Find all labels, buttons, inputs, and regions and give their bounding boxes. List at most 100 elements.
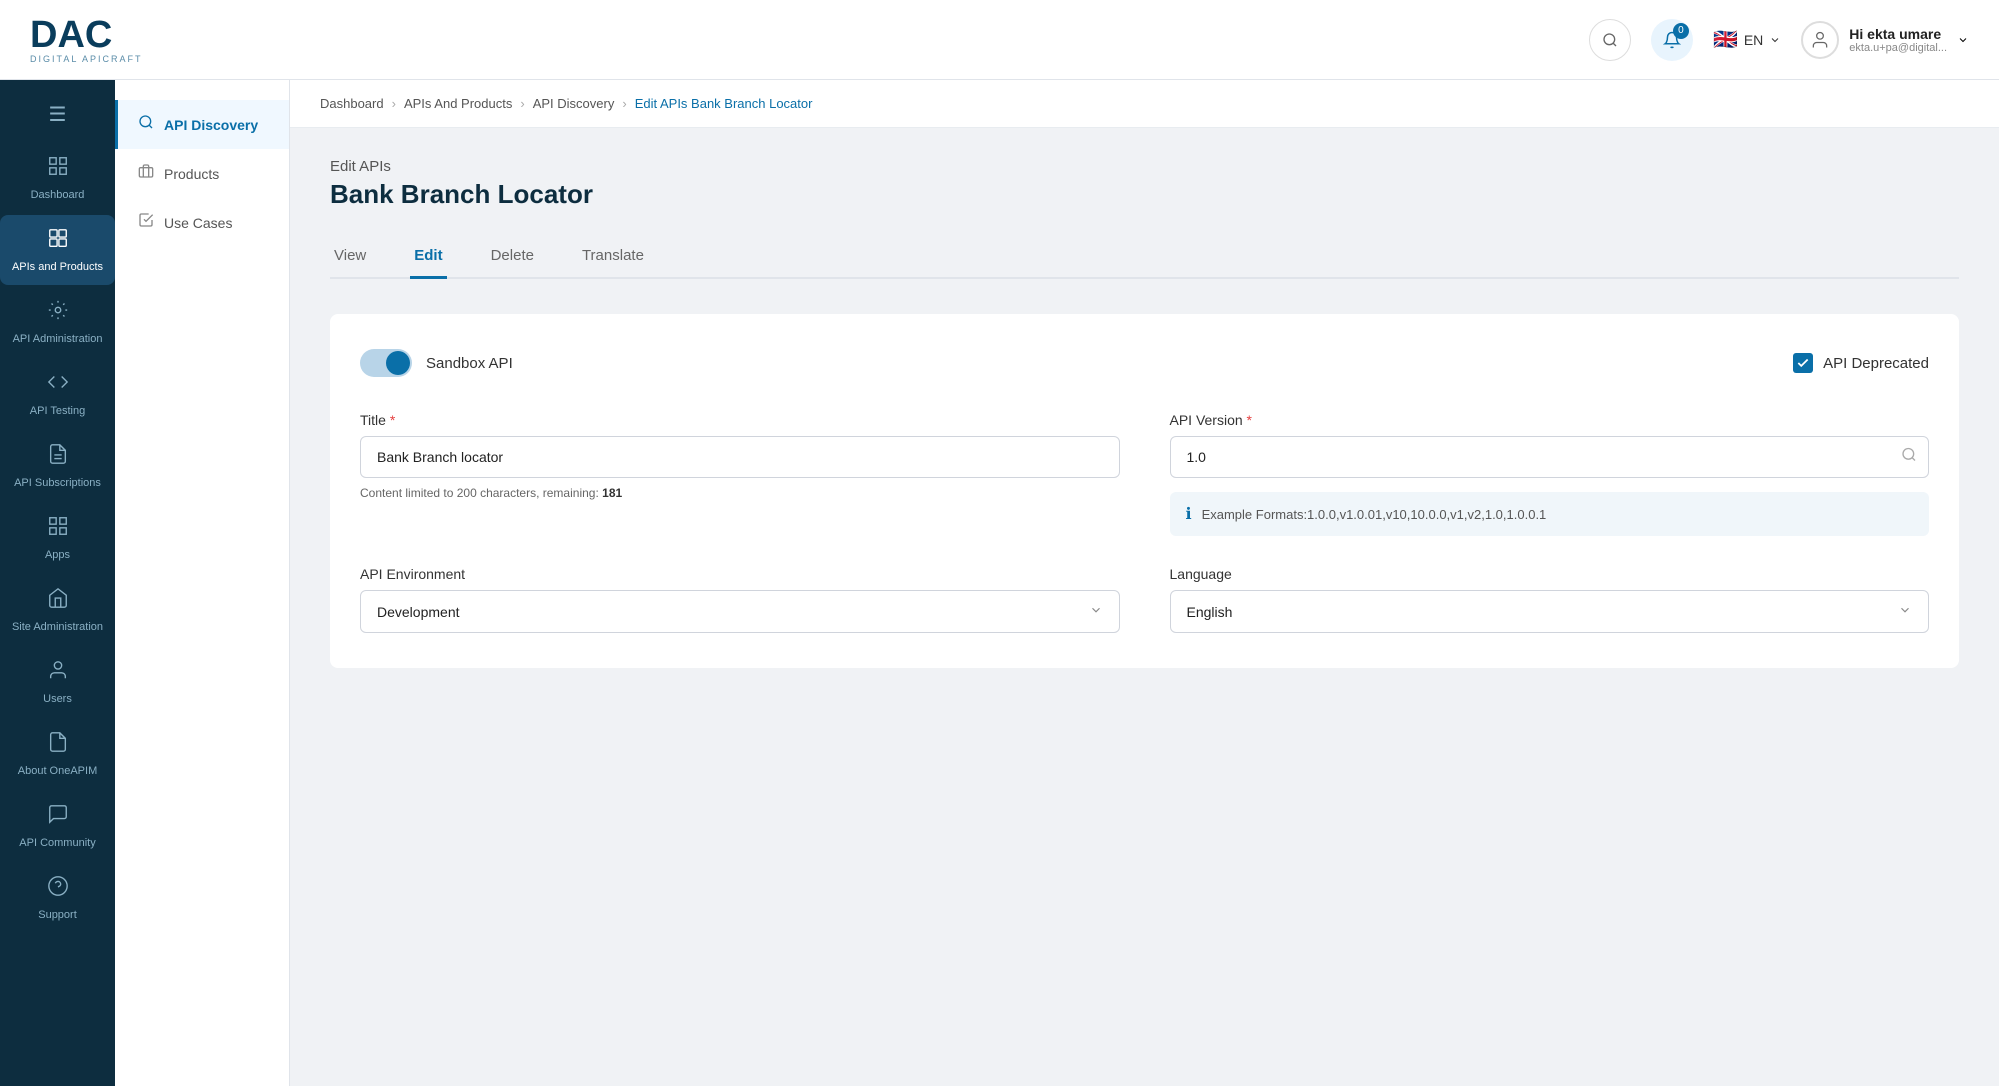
menu-icon: ☰ — [49, 102, 67, 127]
sidebar-label-subscriptions: API Subscriptions — [14, 477, 101, 489]
title-input[interactable] — [360, 436, 1120, 478]
version-input-wrapper — [1170, 436, 1930, 478]
api-testing-icon — [47, 371, 69, 399]
sidebar-label-dashboard: Dashboard — [31, 189, 85, 201]
sidebar-item-apis-products[interactable]: APIs and Products — [0, 215, 115, 285]
user-info[interactable]: Hi ekta umare ekta.u+pa@digital... — [1801, 21, 1969, 59]
users-icon — [47, 659, 69, 687]
sidebar: ☰ Dashboard APIs and Products API Admini… — [0, 80, 115, 1086]
sidebar-label-community: API Community — [19, 837, 95, 849]
breadcrumb-dashboard[interactable]: Dashboard — [320, 96, 384, 111]
sandbox-toggle[interactable] — [360, 349, 412, 377]
version-required-star: * — [1247, 412, 1252, 428]
api-env-value: Development — [377, 604, 460, 620]
api-deprecated-label: API Deprecated — [1823, 355, 1929, 372]
api-env-label: API Environment — [360, 566, 1120, 582]
logo-area: DAC DIGITAL APICRAFT — [30, 16, 143, 64]
sidebar-label-apps: Apps — [45, 549, 70, 561]
language-selector[interactable]: 🇬🇧 EN — [1713, 27, 1781, 52]
community-icon — [47, 803, 69, 831]
tab-edit[interactable]: Edit — [410, 235, 446, 279]
apis-products-icon — [47, 227, 69, 255]
search-button[interactable] — [1589, 19, 1631, 61]
tab-translate[interactable]: Translate — [578, 235, 648, 279]
about-icon — [47, 731, 69, 759]
left-panel-label-products: Products — [164, 166, 219, 182]
page-subtitle: Edit APIs — [330, 158, 1959, 175]
breadcrumb-api-discovery[interactable]: API Discovery — [533, 96, 615, 111]
breadcrumb-sep-2: › — [520, 96, 524, 111]
tab-view[interactable]: View — [330, 235, 370, 279]
user-details: Hi ekta umare ekta.u+pa@digital... — [1849, 26, 1947, 54]
breadcrumb-apis-products[interactable]: APIs And Products — [404, 96, 512, 111]
left-panel-item-use-cases[interactable]: Use Cases — [115, 198, 289, 247]
breadcrumb: Dashboard › APIs And Products › API Disc… — [290, 80, 1999, 128]
api-discovery-icon — [138, 114, 154, 135]
flag-icon: 🇬🇧 — [1713, 27, 1738, 52]
sidebar-item-menu[interactable]: ☰ — [0, 90, 115, 141]
sidebar-item-api-subscriptions[interactable]: API Subscriptions — [0, 431, 115, 501]
sidebar-item-about[interactable]: About OneAPIM — [0, 719, 115, 789]
breadcrumb-current: Edit APIs Bank Branch Locator — [635, 96, 813, 111]
sidebar-label-support: Support — [38, 909, 77, 921]
deprecated-group: API Deprecated — [1793, 353, 1929, 373]
breadcrumb-sep-1: › — [392, 96, 396, 111]
main-layout: ☰ Dashboard APIs and Products API Admini… — [0, 80, 1999, 1086]
sidebar-label-users: Users — [43, 693, 72, 705]
page-content: Edit APIs Bank Branch Locator View Edit … — [290, 128, 1999, 698]
version-search-icon[interactable] — [1901, 447, 1917, 468]
left-panel-item-api-discovery[interactable]: API Discovery — [115, 100, 289, 149]
user-dropdown-icon — [1957, 34, 1969, 46]
language-select[interactable]: English — [1170, 590, 1930, 633]
sidebar-item-dashboard[interactable]: Dashboard — [0, 143, 115, 213]
sidebar-label-apis: APIs and Products — [12, 261, 103, 273]
site-admin-icon — [47, 587, 69, 615]
tabs-bar: View Edit Delete Translate — [330, 235, 1959, 279]
version-info-box: ℹ Example Formats:1.0.0,v1.0.01,v10,10.0… — [1170, 492, 1930, 536]
sidebar-item-api-admin[interactable]: API Administration — [0, 287, 115, 357]
logo-main: DAC — [30, 16, 143, 54]
sidebar-item-support[interactable]: Support — [0, 863, 115, 933]
api-version-label: API Version * — [1170, 412, 1930, 428]
logo-sub: DIGITAL APICRAFT — [30, 54, 143, 64]
header-right: 0 🇬🇧 EN Hi ekta umare ekta.u+pa@digital.… — [1589, 19, 1969, 61]
sandbox-toggle-group: Sandbox API — [360, 349, 513, 377]
top-header: DAC DIGITAL APICRAFT 0 🇬🇧 EN Hi ekta uma… — [0, 0, 1999, 80]
title-required-star: * — [390, 412, 395, 428]
api-deprecated-checkbox[interactable] — [1793, 353, 1813, 373]
api-env-arrow-icon — [1089, 603, 1103, 620]
sidebar-item-api-testing[interactable]: API Testing — [0, 359, 115, 429]
api-env-group: API Environment Development — [360, 566, 1120, 633]
sidebar-item-site-admin[interactable]: Site Administration — [0, 575, 115, 645]
user-email: ekta.u+pa@digital... — [1849, 42, 1947, 54]
sidebar-item-community[interactable]: API Community — [0, 791, 115, 861]
left-panel: API Discovery Products Use Cases — [115, 80, 290, 1086]
sidebar-label-api-admin: API Administration — [13, 333, 103, 345]
products-icon — [138, 163, 154, 184]
sidebar-label-about: About OneAPIM — [18, 765, 98, 777]
lang-code: EN — [1744, 32, 1763, 48]
tab-delete[interactable]: Delete — [487, 235, 538, 279]
language-label: Language — [1170, 566, 1930, 582]
api-admin-icon — [47, 299, 69, 327]
sidebar-item-users[interactable]: Users — [0, 647, 115, 717]
sidebar-label-site-admin: Site Administration — [12, 621, 103, 633]
dac-logo: DAC DIGITAL APICRAFT — [30, 16, 143, 64]
api-version-input[interactable] — [1170, 436, 1930, 478]
info-icon: ℹ — [1186, 504, 1192, 524]
page-title: Bank Branch Locator — [330, 179, 1959, 210]
form-grid: Title * Content limited to 200 character… — [360, 412, 1929, 633]
api-env-select[interactable]: Development — [360, 590, 1120, 633]
notif-badge: 0 — [1673, 23, 1689, 39]
user-avatar — [1801, 21, 1839, 59]
support-icon — [47, 875, 69, 903]
api-subscriptions-icon — [47, 443, 69, 471]
content-area: Dashboard › APIs And Products › API Disc… — [290, 80, 1999, 1086]
language-arrow-icon — [1898, 603, 1912, 620]
char-limit: Content limited to 200 characters, remai… — [360, 486, 1120, 500]
toggle-knob — [386, 351, 410, 375]
sidebar-item-apps[interactable]: Apps — [0, 503, 115, 573]
left-panel-item-products[interactable]: Products — [115, 149, 289, 198]
notifications-button[interactable]: 0 — [1651, 19, 1693, 61]
form-section: Sandbox API API Deprecated Title — [330, 314, 1959, 668]
